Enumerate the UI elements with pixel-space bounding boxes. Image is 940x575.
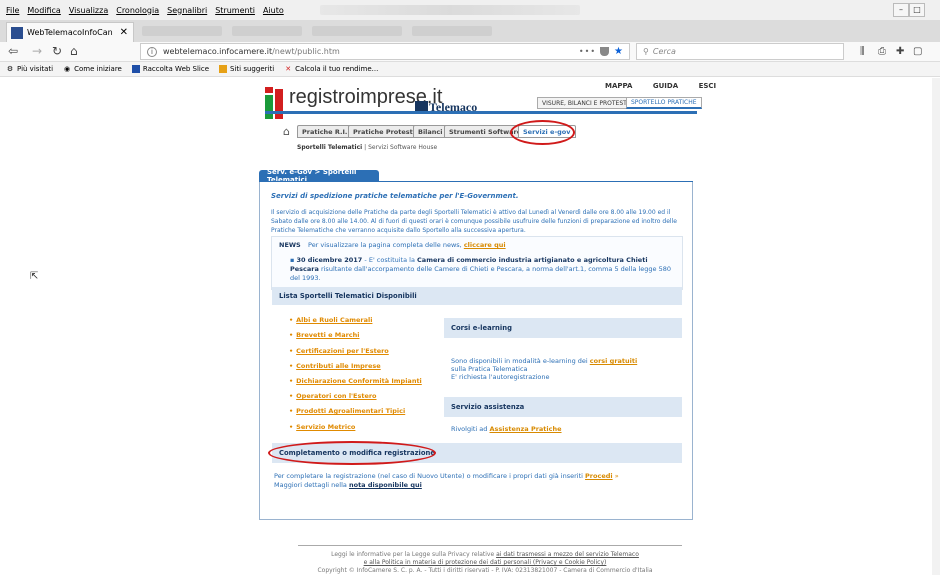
bookmark-suggested-sites[interactable]: Siti suggeriti: [219, 65, 274, 73]
assist-header: Servizio assistenza: [444, 397, 682, 417]
highlight-ellipse: [510, 120, 575, 145]
menu-visualizza[interactable]: Visualizza: [69, 6, 108, 15]
menu-aiuto[interactable]: Aiuto: [263, 6, 284, 15]
footer-copyright: Copyright © InfoCamere S. C. p. A. - Tut…: [317, 567, 653, 574]
courses-link[interactable]: corsi gratuiti: [590, 357, 637, 365]
list-item-operatori[interactable]: Operatori con l'Estero: [289, 392, 376, 400]
news-intro: Per visualizzare la pagina completa dell…: [308, 241, 506, 249]
url-bar[interactable]: i webtelemaco.infocamere.it /newt/public…: [140, 43, 630, 60]
print-icon[interactable]: ⎙: [878, 46, 886, 57]
scrollbar[interactable]: [932, 78, 940, 575]
bookmark-calcola[interactable]: ✕ Calcola il tuo rendime...: [284, 65, 378, 73]
list-item-contributi[interactable]: Contributi alle Imprese: [289, 362, 381, 370]
footer: Leggi le informative per la Legge sulla …: [317, 551, 653, 574]
browser-tab-blurred[interactable]: [232, 26, 302, 36]
tab-bilanci[interactable]: Bilanci: [413, 125, 448, 138]
reload-icon[interactable]: ↻: [52, 44, 62, 58]
menu-cronologia[interactable]: Cronologia: [116, 6, 159, 15]
footer-privacy-link[interactable]: ai dati trasmessi a mezzo del servizio T…: [496, 551, 639, 558]
back-icon[interactable]: ⇦: [8, 44, 18, 58]
pocket-icon[interactable]: [600, 47, 610, 56]
url-path: /newt/public.htm: [272, 47, 340, 56]
list-item-brevetti-marchi[interactable]: Brevetti e Marchi: [289, 331, 359, 339]
search-icon: ⚲: [643, 47, 649, 56]
browser-tab-blurred[interactable]: [412, 26, 492, 36]
list-item-albi-ruoli[interactable]: Albi e Ruoli Camerali: [289, 316, 372, 324]
details-link[interactable]: nota disponibile qui: [349, 481, 422, 489]
list-header: Lista Sportelli Telematici Disponibili: [272, 287, 682, 305]
proceed-link[interactable]: Procedi: [585, 472, 613, 480]
tab-pratiche-ri[interactable]: Pratiche R.I.: [297, 125, 353, 138]
highlight-ellipse: [268, 441, 436, 465]
page-actions-icon[interactable]: •••: [579, 47, 596, 56]
menu-strumenti[interactable]: Strumenti: [215, 6, 255, 15]
bookmarks-bar: ⚙ Più visitati ◉ Come iniziare Raccolta We…: [0, 62, 940, 77]
maximize-icon[interactable]: □: [909, 3, 925, 17]
subnav-servizi-software-house[interactable]: Servizi Software House: [368, 144, 437, 151]
complete-text: Per completare la registrazione (nel cas…: [274, 472, 619, 489]
link-guida[interactable]: GUIDA: [653, 82, 678, 90]
menu-file[interactable]: File: [6, 6, 19, 15]
intro-title: Servizi di spedizione pratiche telematic…: [271, 192, 519, 200]
courses-text: Sono disponibili in modalità e-learning …: [451, 357, 638, 381]
proceed-arrow-icon: »: [614, 472, 619, 480]
favicon-icon: [11, 26, 23, 39]
link-esci[interactable]: ESCI: [699, 82, 717, 90]
sidebar-icon[interactable]: ▢: [913, 46, 922, 57]
minimize-icon[interactable]: –: [893, 3, 909, 17]
bookmark-getting-started[interactable]: ◉ Come iniziare: [63, 65, 122, 73]
suggested-sites-icon: [219, 65, 228, 73]
search-input[interactable]: ⚲ Cerca: [636, 43, 844, 60]
news-label: NEWS: [279, 241, 301, 249]
browser-tab-blurred[interactable]: [312, 26, 402, 36]
news-link[interactable]: cliccare qui: [464, 241, 506, 249]
list-item-dichiarazione[interactable]: Dichiarazione Conformità Impianti: [289, 377, 422, 385]
assist-text: Rivolgiti ad Assistenza Pratiche: [451, 425, 562, 433]
home-icon[interactable]: ⌂: [283, 125, 290, 138]
courses-header: Corsi e-learning: [444, 318, 682, 338]
bookmark-most-visited[interactable]: ⚙ Più visitati: [6, 65, 53, 73]
bookmark-web-slice[interactable]: Raccolta Web Slice: [131, 65, 209, 73]
tab-pratiche-protesti[interactable]: Pratiche Protesti: [348, 125, 420, 138]
list-item-prodotti[interactable]: Prodotti Agroalimentari Tipici: [289, 407, 405, 415]
window-title-blurred: [320, 5, 580, 15]
forward-icon[interactable]: →: [32, 44, 42, 58]
intro-body: Il servizio di acquisizione delle Pratic…: [271, 209, 677, 234]
extension-icon[interactable]: ✚: [896, 46, 904, 57]
firefox-icon: ◉: [64, 65, 71, 73]
list-item-certificazioni[interactable]: Certificazioni per l'Estero: [289, 347, 389, 355]
mouse-cursor-icon: ⇱: [30, 271, 39, 282]
browser-tab-active[interactable]: WebTelemacoInfoCan ✕: [6, 22, 134, 42]
x-icon: ✕: [285, 65, 292, 73]
gear-icon: ⚙: [6, 65, 14, 73]
subnav-separator: |: [364, 144, 367, 151]
breadcrumb: Sportelli Telematici | Servizi Software …: [297, 144, 437, 151]
logo-mark-icon: [265, 87, 287, 119]
info-icon[interactable]: i: [147, 46, 157, 57]
footer-policy-link[interactable]: e alla Politica in materia di protezione…: [364, 559, 607, 566]
list-item-servizio-metrico[interactable]: Servizio Metrico: [289, 423, 355, 431]
search-placeholder: Cerca: [652, 47, 676, 56]
footer-divider: [298, 545, 682, 546]
nav-divider: [265, 111, 697, 114]
browser-tab-blurred[interactable]: [142, 26, 222, 36]
tab-visure-bilanci-protesti[interactable]: VISURE, BILANCI E PROTESTI: [537, 97, 634, 109]
menu-segnalibri[interactable]: Segnalibri: [167, 6, 207, 15]
library-icon[interactable]: ⫼: [860, 46, 865, 57]
top-links: MAPPA GUIDA ESCI: [587, 82, 716, 90]
assist-link[interactable]: Assistenza Pratiche: [490, 425, 562, 433]
web-slice-icon: [131, 65, 140, 73]
menu-modifica[interactable]: Modifica: [27, 6, 60, 15]
tab-sportello-pratiche[interactable]: SPORTELLO PRATICHE: [626, 97, 702, 109]
link-mappa[interactable]: MAPPA: [605, 82, 632, 90]
home-icon[interactable]: ⌂: [70, 44, 78, 58]
news-item: ▪ 30 dicembre 2017 - E' costituita la Ca…: [290, 256, 671, 282]
close-tab-icon[interactable]: ✕: [120, 27, 128, 38]
subnav-sportelli-telematici[interactable]: Sportelli Telematici: [297, 144, 362, 151]
url-host: webtelemaco.infocamere.it: [163, 47, 273, 56]
tab-title: WebTelemacoInfoCan: [27, 28, 113, 37]
bookmark-star-icon[interactable]: ★: [614, 46, 623, 57]
